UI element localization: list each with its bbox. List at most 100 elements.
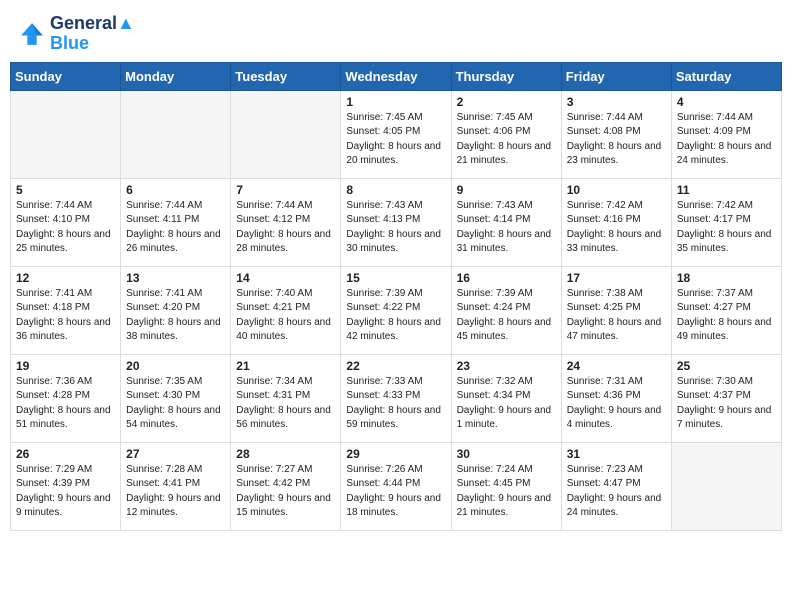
day-number: 11	[677, 183, 776, 197]
day-info: Sunrise: 7:44 AM Sunset: 4:12 PM Dayligh…	[236, 199, 335, 257]
day-info: Sunrise: 7:23 AM Sunset: 4:47 PM Dayligh…	[567, 463, 666, 521]
calendar-cell: 7 Sunrise: 7:44 AM Sunset: 4:12 PM Daylig…	[231, 178, 341, 266]
calendar-cell	[121, 90, 231, 178]
col-header-monday: Monday	[121, 62, 231, 90]
calendar-cell: 28Sunrise: 7:27 AM Sunset: 4:42 PM Dayli…	[231, 442, 341, 530]
day-info: Sunrise: 7:42 AM Sunset: 4:16 PM Dayligh…	[567, 199, 666, 257]
day-info: Sunrise: 7:44 AM Sunset: 4:08 PM Dayligh…	[567, 111, 666, 169]
day-number: 21	[236, 359, 335, 373]
logo: General▲ Blue	[18, 14, 135, 54]
day-number: 15	[346, 271, 445, 285]
day-number: 7	[236, 183, 335, 197]
page-header: General▲ Blue	[0, 0, 792, 62]
day-number: 5	[16, 183, 115, 197]
day-number: 30	[457, 447, 556, 461]
day-info: Sunrise: 7:39 AM Sunset: 4:24 PM Dayligh…	[457, 287, 556, 345]
day-info: Sunrise: 7:43 AM Sunset: 4:14 PM Dayligh…	[457, 199, 556, 257]
header-row: SundayMondayTuesdayWednesdayThursdayFrid…	[11, 62, 782, 90]
calendar-cell: 31 Sunrise: 7:23 AM Sunset: 4:47 PM Dayli…	[561, 442, 671, 530]
calendar-cell: 19Sunrise: 7:36 AM Sunset: 4:28 PM Dayli…	[11, 354, 121, 442]
day-info: Sunrise: 7:24 AM Sunset: 4:45 PM Dayligh…	[457, 463, 556, 521]
day-number: 25	[677, 359, 776, 373]
calendar-cell	[231, 90, 341, 178]
col-header-friday: Friday	[561, 62, 671, 90]
day-number: 20	[126, 359, 225, 373]
day-number: 26	[16, 447, 115, 461]
col-header-tuesday: Tuesday	[231, 62, 341, 90]
day-info: Sunrise: 7:33 AM Sunset: 4:33 PM Dayligh…	[346, 375, 445, 433]
calendar-cell: 9 Sunrise: 7:43 AM Sunset: 4:14 PM Daylig…	[451, 178, 561, 266]
day-info: Sunrise: 7:45 AM Sunset: 4:06 PM Dayligh…	[457, 111, 556, 169]
calendar-cell	[671, 442, 781, 530]
day-info: Sunrise: 7:35 AM Sunset: 4:30 PM Dayligh…	[126, 375, 225, 433]
day-number: 2	[457, 95, 556, 109]
day-number: 9	[457, 183, 556, 197]
week-row-0: 1 Sunrise: 7:45 AM Sunset: 4:05 PM Daylig…	[11, 90, 782, 178]
day-number: 29	[346, 447, 445, 461]
day-number: 16	[457, 271, 556, 285]
day-number: 28	[236, 447, 335, 461]
calendar-cell: 22 Sunrise: 7:33 AM Sunset: 4:33 PM Dayli…	[341, 354, 451, 442]
day-number: 14	[236, 271, 335, 285]
calendar-cell: 25 Sunrise: 7:30 AM Sunset: 4:37 PM Dayli…	[671, 354, 781, 442]
col-header-sunday: Sunday	[11, 62, 121, 90]
day-info: Sunrise: 7:38 AM Sunset: 4:25 PM Dayligh…	[567, 287, 666, 345]
calendar-cell: 18Sunrise: 7:37 AM Sunset: 4:27 PM Dayli…	[671, 266, 781, 354]
day-number: 10	[567, 183, 666, 197]
calendar-cell: 27 Sunrise: 7:28 AM Sunset: 4:41 PM Dayli…	[121, 442, 231, 530]
week-row-4: 26 Sunrise: 7:29 AM Sunset: 4:39 PM Dayli…	[11, 442, 782, 530]
day-info: Sunrise: 7:41 AM Sunset: 4:20 PM Dayligh…	[126, 287, 225, 345]
calendar-cell: 14 Sunrise: 7:40 AM Sunset: 4:21 PM Dayli…	[231, 266, 341, 354]
day-info: Sunrise: 7:32 AM Sunset: 4:34 PM Dayligh…	[457, 375, 556, 433]
day-info: Sunrise: 7:41 AM Sunset: 4:18 PM Dayligh…	[16, 287, 115, 345]
calendar-cell: 2 Sunrise: 7:45 AM Sunset: 4:06 PM Daylig…	[451, 90, 561, 178]
day-number: 8	[346, 183, 445, 197]
calendar-cell: 16 Sunrise: 7:39 AM Sunset: 4:24 PM Dayli…	[451, 266, 561, 354]
day-info: Sunrise: 7:44 AM Sunset: 4:10 PM Dayligh…	[16, 199, 115, 257]
day-info: Sunrise: 7:30 AM Sunset: 4:37 PM Dayligh…	[677, 375, 776, 433]
calendar-cell: 24Sunrise: 7:31 AM Sunset: 4:36 PM Dayli…	[561, 354, 671, 442]
day-info: Sunrise: 7:28 AM Sunset: 4:41 PM Dayligh…	[126, 463, 225, 521]
day-info: Sunrise: 7:29 AM Sunset: 4:39 PM Dayligh…	[16, 463, 115, 521]
day-info: Sunrise: 7:43 AM Sunset: 4:13 PM Dayligh…	[346, 199, 445, 257]
calendar-cell: 5 Sunrise: 7:44 AM Sunset: 4:10 PM Daylig…	[11, 178, 121, 266]
calendar-cell: 29 Sunrise: 7:26 AM Sunset: 4:44 PM Dayli…	[341, 442, 451, 530]
day-number: 22	[346, 359, 445, 373]
week-row-1: 5 Sunrise: 7:44 AM Sunset: 4:10 PM Daylig…	[11, 178, 782, 266]
day-number: 18	[677, 271, 776, 285]
calendar-cell: 13Sunrise: 7:41 AM Sunset: 4:20 PM Dayli…	[121, 266, 231, 354]
day-number: 19	[16, 359, 115, 373]
calendar-header: SundayMondayTuesdayWednesdayThursdayFrid…	[11, 62, 782, 90]
calendar-cell: 3Sunrise: 7:44 AM Sunset: 4:08 PM Daylig…	[561, 90, 671, 178]
day-info: Sunrise: 7:40 AM Sunset: 4:21 PM Dayligh…	[236, 287, 335, 345]
calendar-cell: 20 Sunrise: 7:35 AM Sunset: 4:30 PM Dayli…	[121, 354, 231, 442]
day-number: 1	[346, 95, 445, 109]
day-number: 4	[677, 95, 776, 109]
day-number: 27	[126, 447, 225, 461]
calendar-cell: 26 Sunrise: 7:29 AM Sunset: 4:39 PM Dayli…	[11, 442, 121, 530]
calendar-cell: 15 Sunrise: 7:39 AM Sunset: 4:22 PM Dayli…	[341, 266, 451, 354]
calendar-table: SundayMondayTuesdayWednesdayThursdayFrid…	[10, 62, 782, 531]
day-info: Sunrise: 7:45 AM Sunset: 4:05 PM Dayligh…	[346, 111, 445, 169]
calendar-wrap: SundayMondayTuesdayWednesdayThursdayFrid…	[0, 62, 792, 541]
day-number: 12	[16, 271, 115, 285]
calendar-cell: 23Sunrise: 7:32 AM Sunset: 4:34 PM Dayli…	[451, 354, 561, 442]
calendar-cell: 1 Sunrise: 7:45 AM Sunset: 4:05 PM Daylig…	[341, 90, 451, 178]
day-number: 6	[126, 183, 225, 197]
calendar-cell: 8 Sunrise: 7:43 AM Sunset: 4:13 PM Daylig…	[341, 178, 451, 266]
day-info: Sunrise: 7:26 AM Sunset: 4:44 PM Dayligh…	[346, 463, 445, 521]
day-info: Sunrise: 7:44 AM Sunset: 4:11 PM Dayligh…	[126, 199, 225, 257]
day-number: 31	[567, 447, 666, 461]
logo-text: General▲ Blue	[50, 14, 135, 54]
col-header-wednesday: Wednesday	[341, 62, 451, 90]
col-header-saturday: Saturday	[671, 62, 781, 90]
day-number: 17	[567, 271, 666, 285]
day-info: Sunrise: 7:39 AM Sunset: 4:22 PM Dayligh…	[346, 287, 445, 345]
calendar-cell	[11, 90, 121, 178]
calendar-cell: 11Sunrise: 7:42 AM Sunset: 4:17 PM Dayli…	[671, 178, 781, 266]
calendar-cell: 17 Sunrise: 7:38 AM Sunset: 4:25 PM Dayli…	[561, 266, 671, 354]
day-info: Sunrise: 7:31 AM Sunset: 4:36 PM Dayligh…	[567, 375, 666, 433]
col-header-thursday: Thursday	[451, 62, 561, 90]
logo-icon	[18, 20, 46, 48]
calendar-cell: 4Sunrise: 7:44 AM Sunset: 4:09 PM Daylig…	[671, 90, 781, 178]
